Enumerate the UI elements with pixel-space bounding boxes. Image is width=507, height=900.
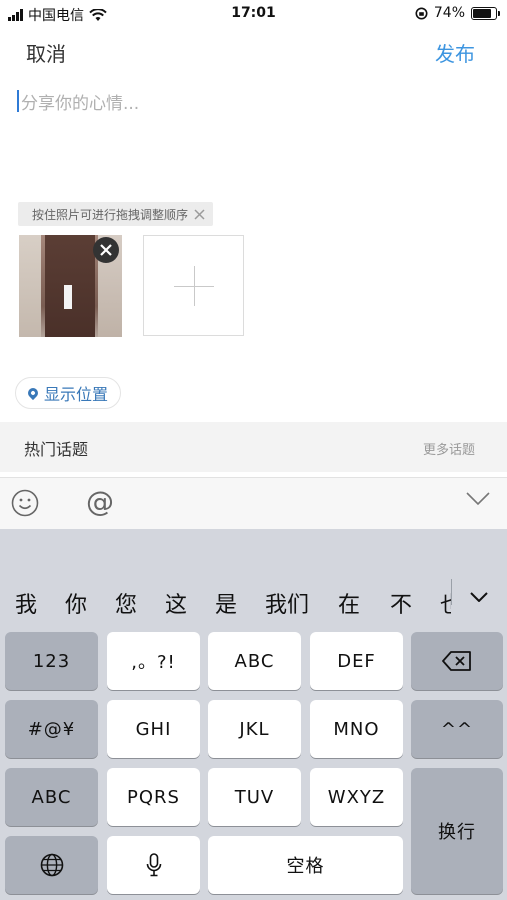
key-emoticon[interactable]: ^^ [411, 700, 503, 758]
candidate-bar: 我 你 您 这 是 我们 在 不 也 [0, 569, 507, 619]
more-topics-link[interactable]: 更多话题 [423, 439, 475, 458]
hot-topics-title: 热门话题 [24, 440, 89, 459]
text-cursor [17, 90, 19, 112]
globe-key[interactable] [5, 836, 98, 894]
keyboard: 我 你 您 这 是 我们 在 不 也 123 ,。?! ABC DEF #@¥ … [0, 529, 507, 900]
drag-reorder-hint: 按住照片可进行拖拽调整顺序 [18, 202, 214, 226]
show-location-button[interactable]: 显示位置 [15, 377, 122, 409]
key-def[interactable]: DEF [310, 632, 403, 690]
microphone-key[interactable] [107, 836, 200, 894]
input-toolbar: @ [0, 477, 507, 530]
candidate-word[interactable]: 我们 [265, 587, 309, 619]
location-label: 显示位置 [44, 385, 109, 404]
remove-photo-button[interactable] [93, 237, 119, 263]
backspace-icon [442, 651, 471, 671]
mention-button[interactable]: @ [86, 485, 114, 518]
add-photo-button[interactable] [143, 235, 244, 336]
candidate-word[interactable]: 也 [440, 587, 451, 619]
drag-hint-text: 按住照片可进行拖拽调整顺序 [32, 207, 189, 222]
battery-icon [471, 6, 500, 20]
candidate-word[interactable]: 我 [15, 587, 37, 619]
space-key[interactable]: 空格 [208, 836, 403, 894]
candidate-word[interactable]: 这 [165, 587, 187, 619]
globe-icon [40, 853, 63, 877]
key-wxyz[interactable]: WXYZ [310, 768, 403, 826]
key-tuv[interactable]: TUV [208, 768, 301, 826]
cancel-button[interactable]: 取消 [26, 38, 66, 67]
candidate-word[interactable]: 你 [65, 587, 87, 619]
key-ghi[interactable]: GHI [107, 700, 200, 758]
emoji-icon[interactable] [11, 489, 39, 517]
publish-button[interactable]: 发布 [435, 38, 475, 67]
orientation-lock-icon [415, 7, 428, 19]
location-pin-icon [25, 385, 41, 401]
key-mno[interactable]: MNO [310, 700, 403, 758]
battery-percent: 74% [433, 5, 465, 21]
key-punctuation[interactable]: ,。?! [107, 632, 200, 690]
status-bar: 中国电信 17:01 74% [0, 0, 507, 28]
close-icon[interactable] [194, 208, 205, 220]
candidate-word[interactable]: 不 [390, 587, 412, 619]
key-123[interactable]: 123 [5, 632, 98, 690]
mood-input[interactable]: 分享你的心情... [21, 89, 139, 114]
hot-topics-bar: 热门话题 更多话题 [0, 422, 507, 472]
key-pqrs[interactable]: PQRS [107, 768, 200, 826]
candidate-word[interactable]: 您 [115, 587, 137, 619]
candidate-word[interactable]: 在 [338, 587, 360, 619]
key-jkl[interactable]: JKL [208, 700, 301, 758]
return-key[interactable]: 换行 [411, 768, 503, 894]
key-abc-mode[interactable]: ABC [5, 768, 98, 826]
candidate-word[interactable]: 是 [215, 587, 237, 619]
key-symbols[interactable]: #@¥ [5, 700, 98, 758]
close-icon [100, 244, 112, 256]
key-abc[interactable]: ABC [208, 632, 301, 690]
chevron-down-icon[interactable] [470, 592, 488, 602]
delete-key[interactable] [411, 632, 503, 690]
microphone-icon [146, 853, 161, 877]
chevron-down-icon[interactable] [466, 492, 490, 506]
